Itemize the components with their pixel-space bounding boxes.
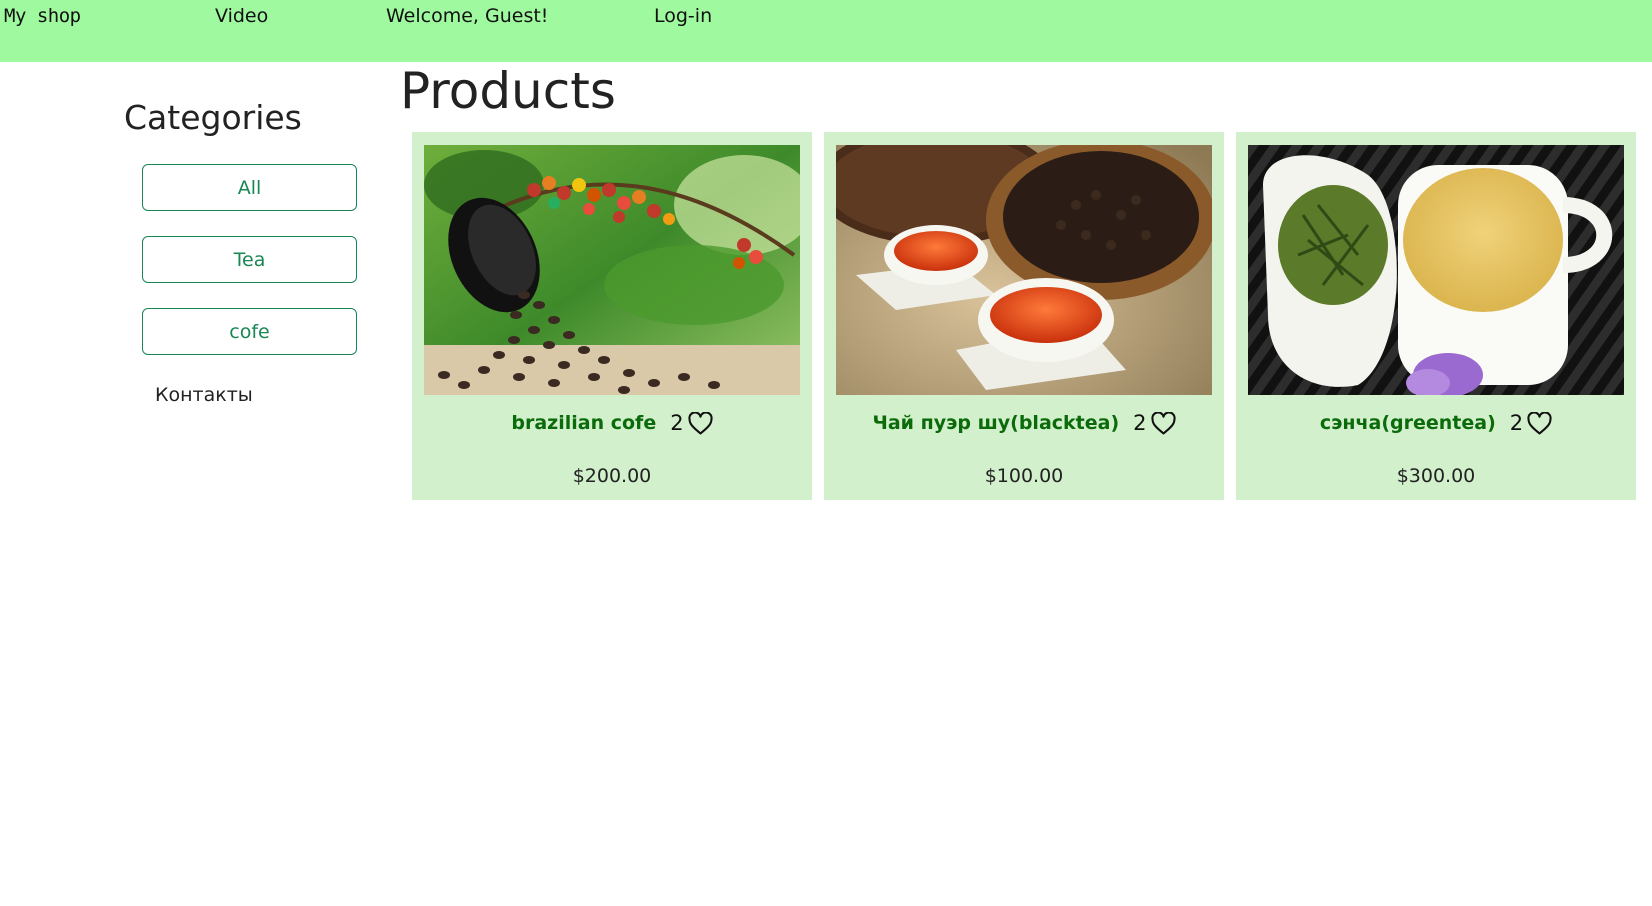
- product-title-row: сэнча(greentea) 2: [1236, 411, 1636, 435]
- product-name[interactable]: Чай пуэр шу(blacktea): [872, 412, 1119, 434]
- nav-login-link[interactable]: Log-in: [654, 5, 712, 27]
- category-all-button[interactable]: All: [142, 164, 357, 211]
- welcome-text: Welcome, Guest!: [386, 5, 549, 27]
- likes-counter: 2: [670, 411, 713, 435]
- product-name[interactable]: сэнча(greentea): [1320, 412, 1496, 434]
- category-tea-button[interactable]: Tea: [142, 236, 357, 283]
- heart-icon[interactable]: [1527, 411, 1552, 435]
- heart-icon[interactable]: [688, 411, 713, 435]
- product-name[interactable]: brazilian cofe: [511, 412, 656, 434]
- likes-counter: 2: [1510, 411, 1552, 435]
- product-title-row: brazilian cofe 2: [412, 411, 812, 435]
- product-title-row: Чай пуэр шу(blacktea) 2: [824, 411, 1224, 435]
- contacts-link[interactable]: Контакты: [155, 384, 253, 406]
- top-navbar: My shop Video Welcome, Guest! Log-in: [0, 0, 1652, 62]
- likes-counter: 2: [1133, 411, 1176, 435]
- product-price: $100.00: [984, 465, 1064, 487]
- product-card: brazilian cofe 2 $200.00: [412, 132, 812, 500]
- product-card: Чай пуэр шу(blacktea) 2 $100.00: [824, 132, 1224, 500]
- likes-count: 2: [670, 411, 684, 435]
- sencha-tea-photo[interactable]: [1248, 145, 1624, 395]
- likes-count: 2: [1509, 411, 1524, 435]
- product-price: $200.00: [572, 465, 652, 487]
- categories-title: Categories: [124, 98, 302, 137]
- puerh-tea-photo[interactable]: [836, 145, 1212, 395]
- products-title: Products: [400, 62, 616, 120]
- product-card: сэнча(greentea) 2 $300.00: [1236, 132, 1636, 500]
- likes-count: 2: [1133, 411, 1147, 435]
- coffee-beans-photo[interactable]: [424, 145, 800, 395]
- product-price: $300.00: [1396, 465, 1476, 487]
- heart-icon[interactable]: [1150, 411, 1176, 435]
- category-cofe-button[interactable]: cofe: [142, 308, 357, 355]
- nav-video-link[interactable]: Video: [215, 5, 268, 27]
- brand-link[interactable]: My shop: [4, 5, 81, 27]
